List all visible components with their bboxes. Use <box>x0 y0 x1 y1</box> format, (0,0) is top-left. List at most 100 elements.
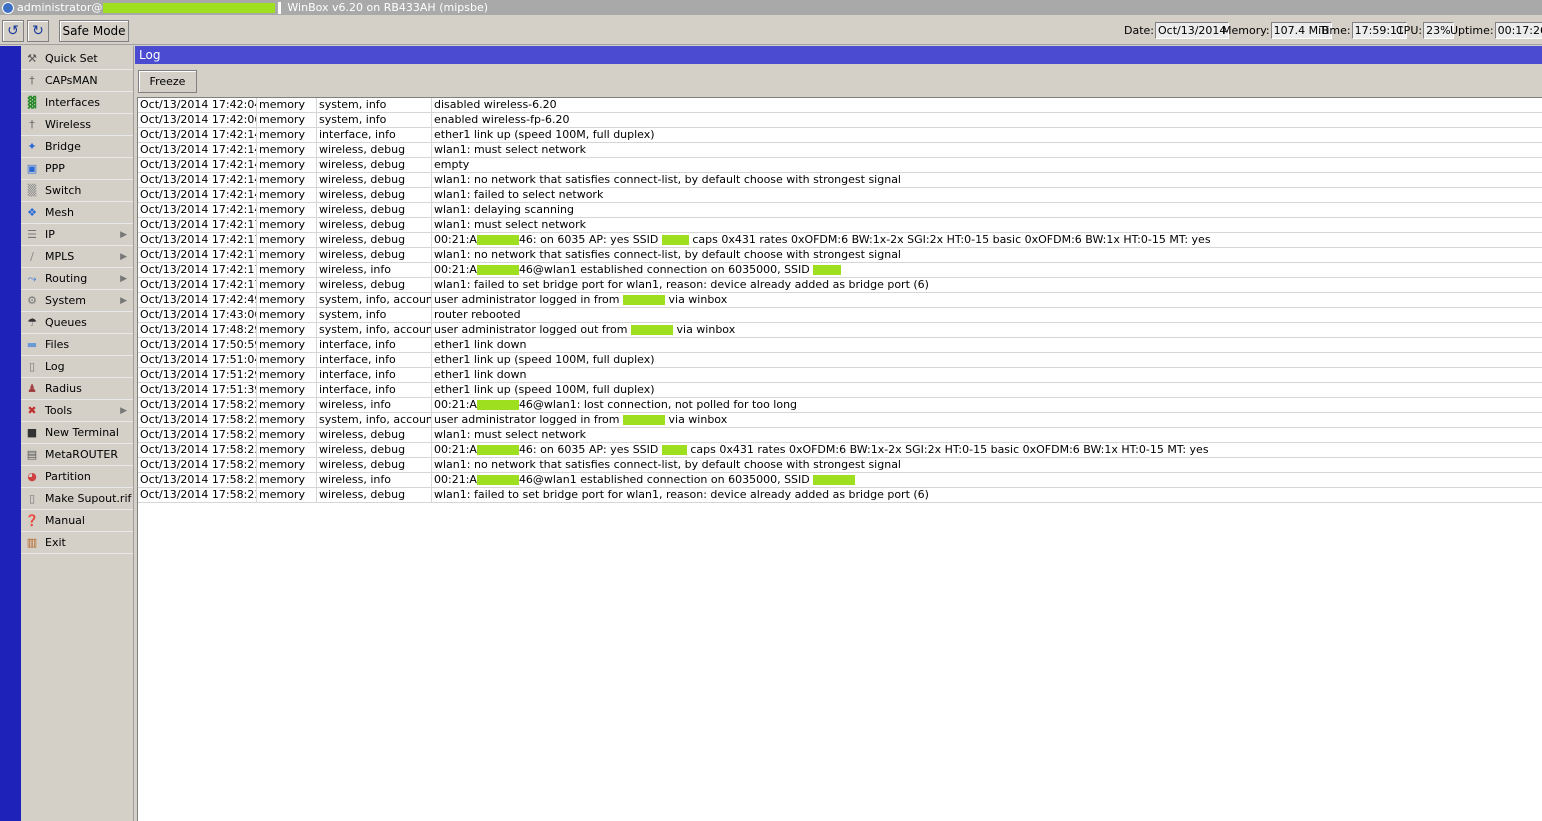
log-row[interactable]: Oct/13/2014 17:58:23 memory wireless, debu… <box>138 443 1542 458</box>
sidebar-item-files[interactable]: ▬ Files <box>21 334 133 356</box>
sidebar-item-exit[interactable]: ▥ Exit <box>21 532 133 554</box>
undo-button[interactable]: ↺ <box>2 20 24 42</box>
wireless-icon: † <box>29 118 35 131</box>
sidebar-item-label: Interfaces <box>45 96 100 109</box>
log-row[interactable]: Oct/13/2014 17:58:23 memory wireless, debu… <box>138 458 1542 473</box>
redacted-value <box>476 265 519 275</box>
system-icon: ⚙ <box>27 294 37 307</box>
sidebar-item-label: Switch <box>45 184 82 197</box>
log-row[interactable]: Oct/13/2014 17:42:49 memory system, info, … <box>138 293 1542 308</box>
log-row[interactable]: Oct/13/2014 17:58:22 memory system, info, … <box>138 413 1542 428</box>
sidebar-item-label: Manual <box>45 514 85 527</box>
log-row[interactable]: Oct/13/2014 17:42:14 memory wireless, debu… <box>138 188 1542 203</box>
sidebar-item-label: New Terminal <box>45 426 119 439</box>
sidebar-item-system[interactable]: ⚙ System ▶ <box>21 290 133 312</box>
sidebar-item-partition[interactable]: ◕ Partition <box>21 466 133 488</box>
sidebar-item-bridge[interactable]: ✦ Bridge <box>21 136 133 158</box>
log-row[interactable]: Oct/13/2014 17:42:17 memory wireless, debu… <box>138 248 1542 263</box>
redacted-value <box>476 475 519 485</box>
log-row[interactable]: Oct/13/2014 17:51:39 memory interface, inf… <box>138 383 1542 398</box>
log-buffer-cell: memory <box>257 458 317 473</box>
log-row[interactable]: Oct/13/2014 17:42:17 memory wireless, info… <box>138 263 1542 278</box>
log-time-cell: Oct/13/2014 17:42:14 <box>140 158 257 173</box>
log-row[interactable]: Oct/13/2014 17:58:23 memory wireless, info… <box>138 473 1542 488</box>
redacted-value <box>476 400 519 410</box>
log-message-cell: user administrator logged in from via wi… <box>432 413 1542 428</box>
log-topics-cell: wireless, debug <box>317 248 432 263</box>
log-row[interactable]: Oct/13/2014 17:43:06 memory system, info ro… <box>138 308 1542 323</box>
sidebar-item-label: Quick Set <box>45 52 98 65</box>
log-time-cell: Oct/13/2014 17:42:17 <box>140 233 257 248</box>
metarouter-icon: ▤ <box>26 448 38 461</box>
sidebar-item-routing[interactable]: ⤳ Routing ▶ <box>21 268 133 290</box>
log-row[interactable]: Oct/13/2014 17:50:59 memory interface, inf… <box>138 338 1542 353</box>
log-row[interactable]: Oct/13/2014 17:51:29 memory interface, inf… <box>138 368 1542 383</box>
sidebar-item-metarouter[interactable]: ▤ MetaROUTER <box>21 444 133 466</box>
log-row[interactable]: Oct/13/2014 17:42:14 memory wireless, debu… <box>138 143 1542 158</box>
log-row[interactable]: Oct/13/2014 17:42:14 memory wireless, debu… <box>138 203 1542 218</box>
redacted-value <box>623 295 665 305</box>
log-row[interactable]: Oct/13/2014 17:58:23 memory wireless, debu… <box>138 428 1542 443</box>
log-message-cell: ether1 link up (speed 100M, full duplex) <box>432 383 1542 398</box>
redo-button[interactable]: ↻ <box>27 20 49 42</box>
sidebar-item-wireless[interactable]: † Wireless <box>21 114 133 136</box>
stat-memory: Memory: 107.4 MiB <box>1222 22 1332 39</box>
log-row[interactable]: Oct/13/2014 17:42:14 memory interface, inf… <box>138 128 1542 143</box>
log-row[interactable]: Oct/13/2014 17:42:06 memory system, info en… <box>138 113 1542 128</box>
log-topics-cell: wireless, debug <box>317 233 432 248</box>
log-table[interactable]: Oct/13/2014 17:42:04 memory system, info di… <box>137 97 1542 821</box>
sidebar-item-make-supout-rif[interactable]: ▯ Make Supout.rif <box>21 488 133 510</box>
log-row[interactable]: Oct/13/2014 17:48:29 memory system, info, … <box>138 323 1542 338</box>
log-message-cell: wlan1: failed to set bridge port for wla… <box>432 278 1542 293</box>
log-buffer-cell: memory <box>257 323 317 338</box>
ppp-icon: ▣ <box>26 162 38 175</box>
sidebar-item-new-terminal[interactable]: ■ New Terminal <box>21 422 133 444</box>
sidebar-item-queues[interactable]: ☂ Queues <box>21 312 133 334</box>
log-row[interactable]: Oct/13/2014 17:51:04 memory interface, inf… <box>138 353 1542 368</box>
sidebar-item-quick-set[interactable]: ⚒ Quick Set <box>21 48 133 70</box>
sidebar-item-mpls[interactable]: ∕ MPLS ▶ <box>21 246 133 268</box>
stat-date-label: Date: <box>1124 24 1154 37</box>
log-buffer-cell: memory <box>257 413 317 428</box>
log-message-cell: enabled wireless-fp-6.20 <box>432 113 1542 128</box>
sidebar-item-switch[interactable]: ▒ Switch <box>21 180 133 202</box>
sidebar-item-interfaces[interactable]: ▓ Interfaces <box>21 92 133 114</box>
log-row[interactable]: Oct/13/2014 17:42:17 memory wireless, debu… <box>138 218 1542 233</box>
log-buffer-cell: memory <box>257 113 317 128</box>
log-row[interactable]: Oct/13/2014 17:42:04 memory system, info di… <box>138 98 1542 113</box>
log-message-cell: disabled wireless-6.20 <box>432 98 1542 113</box>
sidebar-item-mesh[interactable]: ❖ Mesh <box>21 202 133 224</box>
window-title-bar: administrator@ WinBox v6.20 on RB433AH (… <box>0 0 1542 15</box>
log-message-text: via winbox <box>665 413 728 426</box>
sidebar-item-tools[interactable]: ✖ Tools ▶ <box>21 400 133 422</box>
log-message-text: 00:21:A <box>434 263 477 276</box>
log-window-title[interactable]: Log <box>135 46 1542 64</box>
log-row[interactable]: Oct/13/2014 17:42:14 memory wireless, debu… <box>138 173 1542 188</box>
freeze-button[interactable]: Freeze <box>138 70 197 93</box>
sidebar-item-manual[interactable]: ❓ Manual <box>21 510 133 532</box>
sidebar-item-label: Routing <box>45 272 88 285</box>
log-buffer-cell: memory <box>257 428 317 443</box>
log-message-text: wlan1: no network that satisfies connect… <box>434 248 901 261</box>
interfaces-icon: ▓ <box>27 96 37 109</box>
sidebar-item-radius[interactable]: ♟ Radius <box>21 378 133 400</box>
log-row[interactable]: Oct/13/2014 17:58:23 memory wireless, debu… <box>138 488 1542 503</box>
sidebar-item-ip[interactable]: ☰ IP ▶ <box>21 224 133 246</box>
log-message-cell: wlan1: failed to select network <box>432 188 1542 203</box>
stat-time-label: Time: <box>1320 24 1351 37</box>
sidebar-item-label: Make Supout.rif <box>45 492 132 505</box>
log-time-cell: Oct/13/2014 17:42:14 <box>140 128 257 143</box>
log-window: Log Freeze Oct/13/2014 17:42:04 memory sys… <box>135 46 1542 821</box>
sidebar-item-label: Tools <box>45 404 73 417</box>
redacted-value <box>661 445 687 455</box>
sidebar-item-log[interactable]: ▯ Log <box>21 356 133 378</box>
log-message-text: wlan1: failed to set bridge port for wla… <box>434 278 929 291</box>
sidebar-item-ppp[interactable]: ▣ PPP <box>21 158 133 180</box>
log-row[interactable]: Oct/13/2014 17:42:14 memory wireless, debu… <box>138 158 1542 173</box>
log-message-text: wlan1: failed to select network <box>434 188 604 201</box>
log-row[interactable]: Oct/13/2014 17:58:22 memory wireless, info… <box>138 398 1542 413</box>
safe-mode-button[interactable]: Safe Mode <box>59 20 129 42</box>
log-row[interactable]: Oct/13/2014 17:42:17 memory wireless, debu… <box>138 278 1542 293</box>
log-row[interactable]: Oct/13/2014 17:42:17 memory wireless, debu… <box>138 233 1542 248</box>
sidebar-item-capsman[interactable]: † CAPsMAN <box>21 70 133 92</box>
